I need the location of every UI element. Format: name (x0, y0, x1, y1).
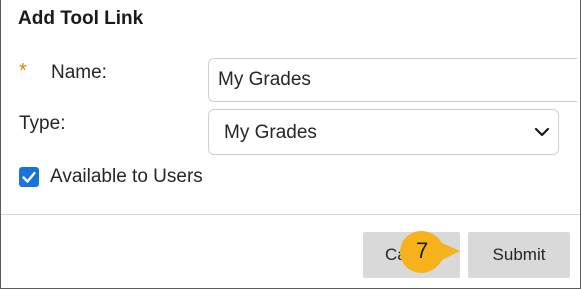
callout-pointer-icon (400, 231, 460, 273)
type-label: Type: (19, 113, 66, 134)
available-label: Available to Users (50, 166, 203, 187)
available-checkbox[interactable] (19, 167, 39, 187)
checkmark-icon (22, 171, 36, 183)
submit-button[interactable]: Submit (468, 232, 570, 278)
type-select-value: My Grades (224, 122, 317, 143)
step-callout-badge: 7 (398, 229, 460, 275)
step-number: 7 (416, 238, 429, 263)
name-label: Name: (51, 62, 107, 83)
dialog-title: Add Tool Link (18, 8, 144, 29)
add-tool-link-dialog: Add Tool Link * Name: Type: My Grades Av… (0, 0, 581, 289)
footer-divider (1, 214, 580, 215)
name-input[interactable] (208, 58, 577, 102)
required-marker: * (19, 60, 27, 82)
chevron-down-icon (534, 124, 550, 140)
type-select[interactable]: My Grades (208, 109, 559, 155)
